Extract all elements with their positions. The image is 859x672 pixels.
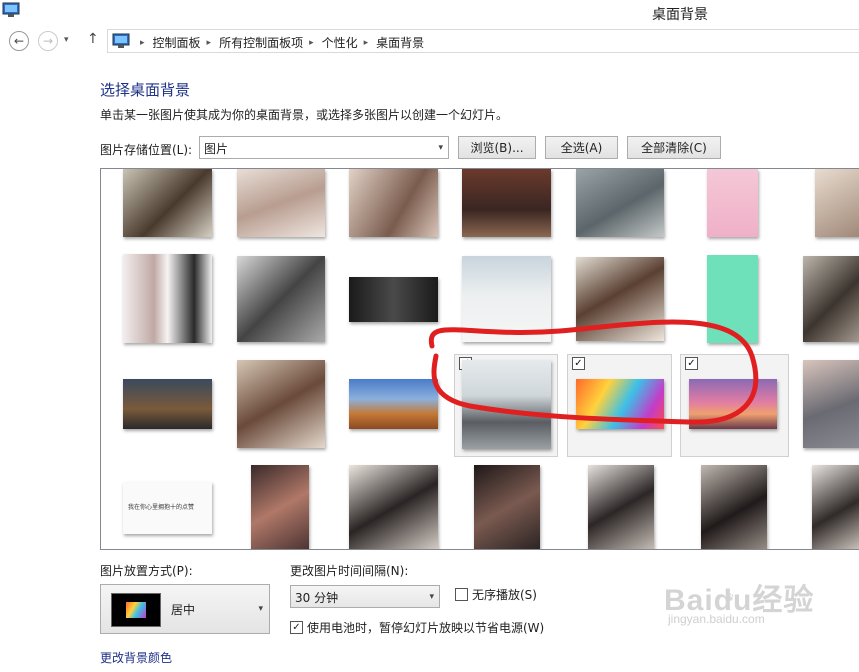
battery-pause-label[interactable]: 使用电池时，暂停幻灯片放映以节省电源(W) [307,619,544,636]
back-arrow-icon: ← [13,34,25,48]
breadcrumb-control-panel[interactable]: 控制面板 [153,34,201,51]
page-description: 单击某一张图片使其成为你的桌面背景，或选择多张图片以创建一个幻灯片。 [100,108,509,122]
wallpaper-thumbnail[interactable] [588,465,654,549]
shuffle-label[interactable]: 无序播放(S) [472,586,537,603]
picture-location-label: 图片存储位置(L): [100,143,193,157]
picture-position-value: 居中 [171,603,196,617]
chevron-down-icon: ▾ [429,592,434,602]
wallpaper-thumbnail[interactable] [707,255,758,343]
select-all-button[interactable]: 全选(A) [545,136,618,159]
wallpaper-thumbnail[interactable] [123,254,212,343]
wallpaper-thumbnail[interactable] [576,257,664,341]
wallpaper-thumbnail[interactable] [462,169,551,237]
interval-select[interactable]: 30 分钟 ▾ [290,585,440,608]
wallpaper-thumbnail[interactable] [701,465,767,549]
breadcrumb-desktop-background[interactable]: 桌面背景 [376,34,424,51]
forward-arrow-icon: → [42,34,54,48]
wallpaper-thumbnail[interactable] [815,169,859,237]
battery-pause-checkbox[interactable]: ✓ [290,621,303,634]
wallpaper-thumbnail[interactable] [349,277,438,322]
picture-gallery[interactable]: ✓ ✓ ✓ 我在你心里拥抱十的点赞 [100,168,859,550]
position-preview-icon [111,593,161,627]
clear-all-button[interactable]: 全部清除(C) [627,136,721,159]
picture-position-label: 图片放置方式(P): [100,564,193,578]
navigation-bar: ← → ▾ ↑ ▸ 控制面板 ▸ 所有控制面板项 ▸ 个性化 ▸ 桌面背景 [0,26,859,56]
breadcrumb: ▸ 控制面板 ▸ 所有控制面板项 ▸ 个性化 ▸ 桌面背景 [134,34,424,51]
change-background-color-link[interactable]: 更改背景颜色 [100,649,172,666]
wallpaper-thumbnail[interactable] [349,169,438,237]
browse-button[interactable]: 浏览(B)... [458,136,536,159]
picture-location-select[interactable]: 图片 ▾ [199,136,449,159]
title-bar: 桌面背景 [0,0,859,26]
recent-locations-dropdown[interactable]: ▾ [64,35,69,45]
watermark-url: jingyan.baidu.com [668,612,765,626]
wallpaper-thumbnail[interactable] [123,379,212,429]
wallpaper-checkbox[interactable]: ✓ [685,357,698,370]
wallpaper-thumbnail[interactable] [689,379,777,429]
wallpaper-thumbnail[interactable] [803,360,859,448]
wallpaper-thumbnail[interactable] [349,379,438,429]
interval-value: 30 分钟 [295,591,339,605]
breadcrumb-all-items[interactable]: 所有控制面板项 [219,34,303,51]
wallpaper-thumbnail[interactable] [462,360,551,449]
wallpaper-thumbnail[interactable] [803,256,859,342]
wallpaper-thumbnail[interactable] [812,465,859,549]
breadcrumb-personalization[interactable]: 个性化 [322,34,358,51]
wallpaper-thumbnail[interactable] [237,256,325,342]
wallpaper-thumbnail[interactable] [123,169,212,237]
wallpaper-thumbnail[interactable] [237,169,325,237]
address-bar[interactable]: ▸ 控制面板 ▸ 所有控制面板项 ▸ 个性化 ▸ 桌面背景 [107,29,859,53]
wallpaper-thumbnail[interactable] [237,360,325,448]
control-panel-icon [2,2,20,17]
wallpaper-thumbnail[interactable] [707,169,758,237]
chevron-right-icon[interactable]: ▸ [207,38,212,48]
chevron-down-icon: ▾ [258,604,263,614]
wallpaper-caption: 我在你心里拥抱十的点赞 [128,504,195,511]
wallpaper-thumbnail[interactable] [576,379,664,429]
wallpaper-thumbnail[interactable] [576,169,664,237]
back-button[interactable]: ← [9,31,29,51]
wallpaper-thumbnail[interactable] [349,465,438,549]
wallpaper-thumbnail[interactable]: 我在你心里拥抱十的点赞 [123,482,212,534]
page-title: 选择桌面背景 [100,81,191,99]
wallpaper-thumbnail[interactable] [462,256,551,342]
interval-label: 更改图片时间间隔(N): [290,564,409,578]
forward-button[interactable]: → [38,31,58,51]
control-panel-icon [112,33,130,48]
chevron-right-icon[interactable]: ▸ [364,38,369,48]
wallpaper-thumbnail[interactable] [251,465,309,549]
picture-position-select[interactable]: 居中 ▾ [100,584,270,634]
wallpaper-thumbnail[interactable] [474,465,540,549]
chevron-right-icon[interactable]: ▸ [140,38,145,48]
window-title: 桌面背景 [652,7,708,23]
shuffle-checkbox[interactable] [455,588,468,601]
chevron-down-icon: ▾ [438,143,443,153]
wallpaper-checkbox[interactable]: ✓ [572,357,585,370]
picture-location-value: 图片 [204,142,229,156]
up-button[interactable]: ↑ [87,31,99,47]
chevron-right-icon[interactable]: ▸ [309,38,314,48]
